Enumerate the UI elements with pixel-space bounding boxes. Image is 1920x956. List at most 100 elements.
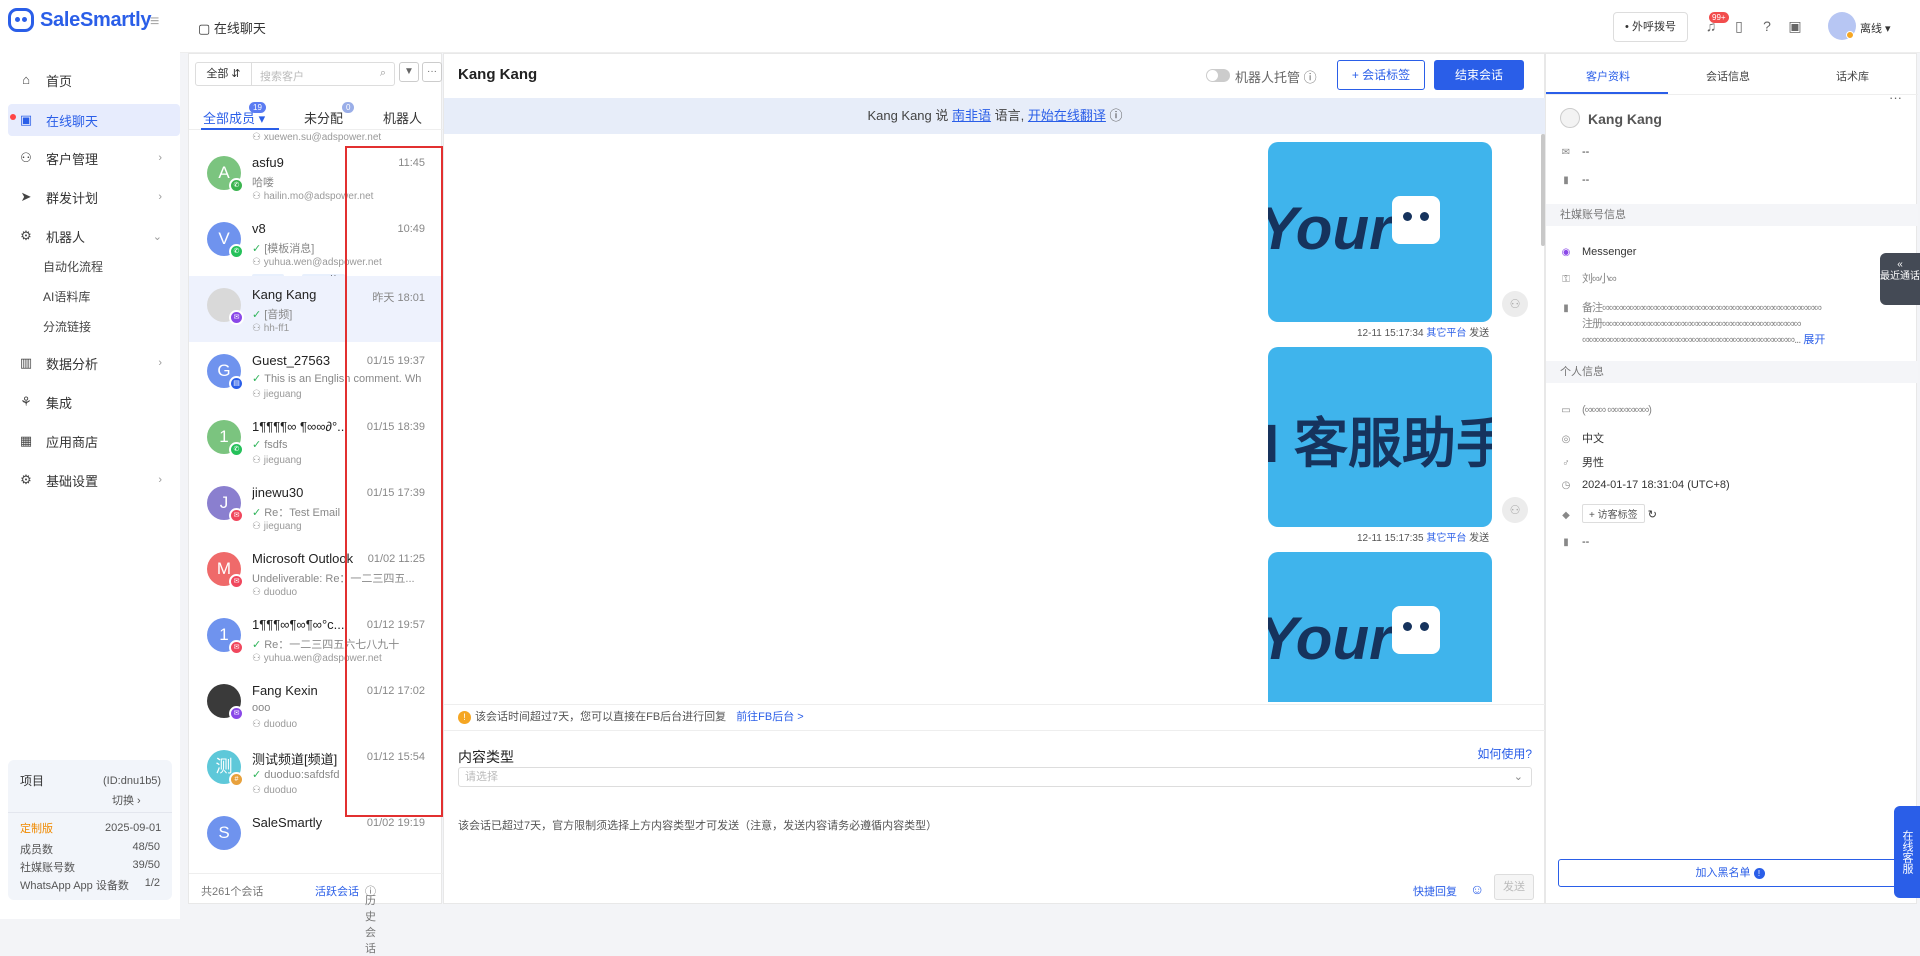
- menu-collapse-icon[interactable]: ≡: [150, 13, 159, 31]
- language-link[interactable]: 南非语: [952, 108, 991, 123]
- help-icon[interactable]: ⓘ: [1304, 70, 1317, 85]
- message-preview: ✓ This is an English comment. Wh: [252, 373, 422, 385]
- tab-unassigned[interactable]: 未分配 0: [304, 102, 355, 127]
- social-account-row: ⚿ 刘∞小∞: [1560, 270, 1616, 286]
- last-message-time: 01/15 18:39: [366, 421, 425, 433]
- nav-item-broadcast[interactable]: ➤ 群发计划 ›: [8, 181, 180, 213]
- contact-name: Kang Kang: [252, 287, 317, 302]
- users-icon: ⚇: [20, 150, 32, 165]
- end-session-button[interactable]: 结束会话: [1434, 60, 1524, 90]
- conversation-row[interactable]: ✉ Kang Kang 昨天 18:01 ✓ [音频] ⚇ hh-ff1: [189, 276, 443, 342]
- top-header: ▢ 在线聊天 • 外呼拨号 ♫ 99+ ▯ ? ▣ 离线 ▾: [180, 0, 1920, 53]
- search-icon[interactable]: ⌕: [380, 67, 386, 80]
- last-message-time: 01/02 19:19: [366, 817, 425, 829]
- contact-name: Fang Kexin: [252, 683, 318, 698]
- agent-name: ⚇ jieguang: [252, 455, 302, 466]
- check-icon: ✓: [252, 309, 262, 321]
- search-input[interactable]: 搜索客户: [260, 68, 304, 84]
- stat-value: 39/50: [132, 859, 160, 871]
- active-sessions-link[interactable]: 活跃会话: [315, 883, 359, 899]
- message-image[interactable]: I 客服助手: [1268, 347, 1492, 527]
- expand-link[interactable]: 展开: [1803, 334, 1825, 346]
- fb-backend-link[interactable]: 前往FB后台 >: [736, 711, 804, 723]
- conversation-row[interactable]: M ✉ Microsoft Outlook 01/02 11:25 Undelivera…: [189, 540, 443, 606]
- refresh-icon[interactable]: ↻: [1648, 509, 1657, 521]
- nav-item-home[interactable]: ⌂ 首页: [8, 64, 180, 96]
- help-icon[interactable]: ?: [1759, 18, 1775, 34]
- more-icon[interactable]: ···: [1889, 90, 1902, 105]
- recent-call-tab[interactable]: «最近通话: [1880, 253, 1920, 305]
- tab-customer-profile[interactable]: 客户资料: [1586, 68, 1630, 84]
- agent-name: ⚇ yuhua.wen@adspower.net: [252, 257, 382, 268]
- robot-toggle[interactable]: [1206, 69, 1230, 82]
- tab-all-members[interactable]: 全部成员 ▾ 19: [203, 102, 266, 127]
- send-button[interactable]: 发送: [1494, 874, 1534, 900]
- stat-label: 成员数: [20, 844, 53, 856]
- nav-item-customers[interactable]: ⚇ 客户管理 ›: [8, 142, 180, 174]
- nav-item-analytics[interactable]: ▥ 数据分析 ›: [8, 347, 180, 379]
- conversation-row[interactable]: A ✆ asfu9 11:45 哈喽 ⚇ hailin.mo@adspower.net: [189, 144, 443, 210]
- device-icon[interactable]: ▯: [1731, 18, 1747, 34]
- conversation-row[interactable]: J ✉ jinewu30 01/15 17:39 ✓ Re：Test Email ⚇ jie…: [189, 474, 443, 540]
- message-meta: 12-11 15:17:34 其它平台 发送: [1357, 328, 1490, 339]
- conversation-row[interactable]: S SaleSmartly 01/02 19:19: [189, 804, 443, 870]
- customer-name: Kang Kang: [1588, 111, 1662, 127]
- lock-icon: ⚿: [1562, 274, 1570, 285]
- last-row: ▮ --: [1560, 536, 1589, 548]
- history-sessions-link[interactable]: 历史会话 ⓘ: [365, 883, 376, 955]
- conversation-list-panel: 全部 ⇵ 搜索客户 ⌕ ▼ ··· 全部成员 ▾ 19 未分配 0 机器人 ⚇ xu…: [188, 53, 443, 955]
- how-to-use-link[interactable]: 如何使用?: [1477, 745, 1532, 762]
- nav-item-robot[interactable]: ⚙ 机器人 ⌄: [8, 220, 180, 252]
- whatsapp-icon: ✆: [229, 442, 244, 457]
- tab-robot[interactable]: 机器人: [383, 108, 422, 127]
- more-icon[interactable]: ···: [422, 62, 442, 82]
- nav-item-integration[interactable]: ⚘ 集成: [8, 386, 180, 418]
- project-switch[interactable]: 切换 ›: [112, 792, 141, 808]
- tab-session-info[interactable]: 会话信息: [1706, 68, 1750, 84]
- online-service-tab[interactable]: 在线客服: [1894, 806, 1920, 898]
- brand-logo[interactable]: SaleSmartly: [8, 8, 152, 32]
- session-tag-button[interactable]: + 会话标签: [1337, 60, 1425, 90]
- message-image[interactable]: Your: [1268, 552, 1492, 702]
- message-image[interactable]: Your: [1268, 142, 1492, 322]
- conversation-row[interactable]: 测 # 测试频道[频道] 01/12 15:54 ✓ duoduo:safdsfd ⚇ du…: [189, 738, 443, 804]
- partial-row: ⚇ xuewen.su@adspower.net: [189, 131, 443, 143]
- chevron-right-icon: ›: [158, 191, 162, 203]
- content-type-select[interactable]: 请选择 ⌄: [458, 767, 1532, 787]
- nav-sub-shunt-link[interactable]: 分流链接: [43, 318, 91, 335]
- language-row: ◎ 中文: [1561, 433, 1604, 445]
- visitor-tag-button[interactable]: + 访客标签: [1582, 504, 1645, 523]
- robot-label: 机器人托管 ⓘ: [1235, 70, 1317, 85]
- conversation-row[interactable]: 1 ✆ 1¶¶¶¶∞ ¶∞∞∂°... 01/15 18:39 ✓ fsdfs ⚇ jieg…: [189, 408, 443, 474]
- nav-item-live-chat[interactable]: ▣ 在线聊天: [8, 104, 180, 136]
- check-icon: ✓: [252, 373, 262, 385]
- session-warning: ! 该会话时间超过7天，您可以直接在FB后台进行回复 前往FB后台 >: [444, 704, 1546, 728]
- filter-icon[interactable]: ▼: [399, 62, 419, 82]
- language-icon[interactable]: ▣: [1787, 18, 1803, 34]
- phone-icon: ▮: [1563, 175, 1569, 186]
- plan-name: 定制版: [20, 823, 53, 835]
- outbound-call-button[interactable]: • 外呼拨号: [1613, 12, 1688, 42]
- contact-name: 1¶¶¶¶∞ ¶∞∞∂°...: [252, 419, 349, 434]
- emoji-icon[interactable]: ☺: [1470, 881, 1484, 897]
- conversation-row[interactable]: G ▤ Guest_27563 01/15 19:37 ✓ This is an Engl…: [189, 342, 443, 408]
- image-text: Your: [1268, 605, 1393, 672]
- quick-reply-button[interactable]: 快捷回复: [1413, 883, 1457, 899]
- tab-script-library[interactable]: 话术库: [1836, 68, 1869, 84]
- nav-sub-automation[interactable]: 自动化流程: [43, 258, 103, 275]
- blacklist-button[interactable]: 加入黑名单 !: [1558, 859, 1902, 887]
- last-message-time: 10:49: [397, 223, 425, 235]
- agent-status[interactable]: 离线 ▾: [1860, 20, 1891, 36]
- nav-item-settings[interactable]: ⚙ 基础设置 ›: [8, 464, 180, 496]
- conversation-row[interactable]: V ✆ v8 10:49 ✓ [模板消息] ⚇ yuhua.wen@adspower.net…: [189, 210, 443, 290]
- nav-sub-ai-corpus[interactable]: AI语料库: [43, 288, 90, 305]
- message-preview: Undeliverable: Re：一二三四五...: [252, 573, 415, 585]
- nav-item-app-store[interactable]: ▦ 应用商店: [8, 425, 180, 457]
- conversation-count: 共261个会话: [201, 886, 264, 898]
- robot-graphic: [1392, 196, 1440, 244]
- conversation-row[interactable]: ✉ Fang Kexin 01/12 17:02 ooo ⚇ duoduo: [189, 672, 443, 738]
- filter-all-dropdown[interactable]: 全部 ⇵: [196, 63, 252, 85]
- list-footer: 共261个会话 活跃会话 历史会话 ⓘ: [189, 873, 443, 955]
- conversation-row[interactable]: 1 ✉ 1¶¶¶∞¶∞¶∞°c... 01/12 19:57 ✓ Re：一二三四五六七八九…: [189, 606, 443, 672]
- translate-link[interactable]: 开始在线翻译: [1028, 108, 1106, 123]
